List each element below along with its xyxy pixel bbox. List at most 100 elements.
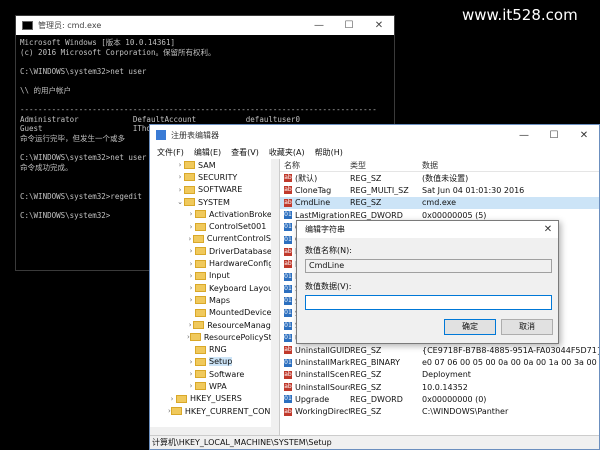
folder-icon <box>195 357 206 366</box>
value-type-cell: REG_SZ <box>350 198 382 208</box>
folder-icon <box>195 222 206 231</box>
expand-chevron-icon[interactable]: › <box>176 161 184 169</box>
expand-chevron-icon[interactable]: › <box>187 370 195 378</box>
cmd-titlebar[interactable]: 管理员: cmd.exe — ☐ ✕ <box>16 16 394 35</box>
tree-item[interactable]: › Maps <box>150 294 279 306</box>
string-value-icon: ab <box>284 260 292 269</box>
string-value-icon: ab <box>284 186 292 195</box>
tree-item[interactable]: › ControlSet001 <box>150 220 279 232</box>
string-value-icon: ab <box>284 346 292 355</box>
menu-item[interactable]: 查看(V) <box>226 147 264 158</box>
value-row[interactable]: 01 Upgrade REG_DWORD 0x00000000 (0) <box>280 393 599 405</box>
tree-item[interactable]: › ActivationBroker <box>150 208 279 220</box>
tree-item-label: DriverDatabase <box>209 246 272 256</box>
column-name-header[interactable]: 名称 <box>280 160 350 171</box>
expand-chevron-icon[interactable]: ⌄ <box>176 198 184 206</box>
expand-chevron-icon[interactable]: › <box>187 296 195 304</box>
edit-string-dialog[interactable]: 编辑字符串 ✕ 数值名称(N): CmdLine 数值数据(V): 确定 取消 <box>296 220 559 344</box>
value-row[interactable]: abUninstallScena...REG_SZ Deployment <box>280 369 599 381</box>
expand-chevron-icon[interactable]: › <box>187 223 195 231</box>
dialog-title: 编辑字符串 <box>305 225 345 234</box>
tree-horizontal-scrollbar[interactable] <box>150 427 279 435</box>
expand-chevron-icon[interactable]: › <box>187 284 195 292</box>
binary-value-icon: 01 <box>284 321 292 330</box>
folder-icon <box>195 296 206 305</box>
value-name-text: WorkingDirect... <box>295 407 350 417</box>
value-name-text: (默认) <box>295 173 318 183</box>
value-row[interactable]: abWorkingDirect...REG_SZ C:\WINDOWS\Panth… <box>280 406 599 418</box>
tree-item[interactable]: › SAM <box>150 159 279 171</box>
column-data-header[interactable]: 数据 <box>422 160 599 171</box>
value-name-text: CmdLine <box>295 198 331 208</box>
expand-chevron-icon[interactable]: › <box>187 358 195 366</box>
tree-item[interactable]: › CurrentControlSet <box>150 233 279 245</box>
close-icon[interactable]: ✕ <box>364 20 394 31</box>
close-icon[interactable]: ✕ <box>538 224 558 235</box>
tree-item-label: ResourcePolicyStore <box>203 332 280 342</box>
value-row[interactable]: abUninstallSourc...REG_SZ 10.0.14352 <box>280 381 599 393</box>
regedit-titlebar[interactable]: 注册表编辑器 — ☐ ✕ <box>150 125 599 145</box>
expand-chevron-icon[interactable]: › <box>187 247 195 255</box>
registry-tree[interactable]: › SAM › SECURITY › SOFTWARE ⌄ SYSTEM › Activation… <box>150 159 280 435</box>
value-row[interactable]: ab CloneTag REG_MULTI_SZ Sat Jun 04 01:01:3… <box>280 184 599 196</box>
expand-chevron-icon[interactable]: › <box>187 210 195 218</box>
folder-icon <box>195 345 206 354</box>
tree-item-label: SECURITY <box>198 172 238 182</box>
ok-button[interactable]: 确定 <box>444 319 496 335</box>
tree-item[interactable]: › ResourceManager <box>150 319 279 331</box>
tree-item[interactable]: › Software <box>150 368 279 380</box>
menu-item[interactable]: 编辑(E) <box>189 147 226 158</box>
tree-item-label: Input <box>209 271 230 281</box>
tree-item[interactable]: › Input <box>150 270 279 282</box>
tree-item[interactable]: › HKEY_USERS <box>150 393 279 405</box>
tree-vertical-scrollbar[interactable] <box>271 159 279 435</box>
minimize-icon[interactable]: — <box>304 20 334 31</box>
menu-item[interactable]: 帮助(H) <box>310 147 348 158</box>
tree-item[interactable]: › SECURITY <box>150 171 279 183</box>
string-value-icon: ab <box>284 383 292 392</box>
tree-item[interactable]: › Setup <box>150 356 279 368</box>
close-icon[interactable]: ✕ <box>569 130 599 141</box>
value-row[interactable]: 01 UninstallMark REG_BINARY e0 07 06 00 05 … <box>280 356 599 368</box>
tree-item[interactable]: › HardwareConfig <box>150 257 279 269</box>
value-row[interactable]: ab UninstallGUID REG_SZ {CE9718F-B7B8-4885-… <box>280 344 599 356</box>
tree-item[interactable]: › WPA <box>150 380 279 392</box>
folder-icon <box>195 284 206 293</box>
folder-icon <box>192 234 204 243</box>
cancel-button[interactable]: 取消 <box>501 319 553 335</box>
expand-chevron-icon[interactable]: › <box>187 272 195 280</box>
menu-item[interactable]: 文件(F) <box>152 147 189 158</box>
binary-value-icon: 01 <box>284 297 292 306</box>
tree-item[interactable]: › HKEY_CURRENT_CONFIG <box>150 405 279 417</box>
menu-item[interactable]: 收藏夹(A) <box>264 147 310 158</box>
expand-chevron-icon[interactable]: › <box>176 173 184 181</box>
tree-item[interactable]: › ResourcePolicyStore <box>150 331 279 343</box>
binary-value-icon: 01 <box>284 334 292 342</box>
maximize-icon[interactable]: ☐ <box>539 130 569 141</box>
expand-chevron-icon[interactable]: › <box>187 260 195 268</box>
value-data-cell: 0x00000005 (5) <box>422 210 487 220</box>
expand-chevron-icon[interactable]: › <box>176 186 184 194</box>
tree-item[interactable]: MountedDevices <box>150 307 279 319</box>
tree-item[interactable]: › SOFTWARE <box>150 184 279 196</box>
tree-item-label: MountedDevices <box>209 308 276 318</box>
binary-value-icon: 01 <box>284 211 292 220</box>
expand-chevron-icon[interactable]: › <box>168 395 176 403</box>
tree-item[interactable]: RNG <box>150 343 279 355</box>
expand-chevron-icon[interactable]: › <box>187 382 195 390</box>
values-header: 名称 类型 数据 <box>280 159 599 172</box>
minimize-icon[interactable]: — <box>509 130 539 141</box>
tree-item[interactable]: › DriverDatabase <box>150 245 279 257</box>
value-data-input[interactable] <box>305 295 552 310</box>
value-row[interactable]: ab CmdLine REG_SZ cmd.exe <box>280 196 599 209</box>
column-type-header[interactable]: 类型 <box>350 160 422 171</box>
value-row[interactable]: ab (默认) REG_SZ (数值未设置) <box>280 172 599 184</box>
tree-item-label: Software <box>209 369 245 379</box>
maximize-icon[interactable]: ☐ <box>334 20 364 31</box>
value-name-cell: 01 UninstallMark <box>280 358 350 367</box>
tree-item[interactable]: › Keyboard Layout <box>150 282 279 294</box>
tree-item[interactable]: ⌄ SYSTEM <box>150 196 279 208</box>
dialog-titlebar[interactable]: 编辑字符串 ✕ <box>297 221 558 238</box>
folder-icon <box>195 210 206 219</box>
value-name-cell: 01 Upgrade <box>280 395 350 404</box>
